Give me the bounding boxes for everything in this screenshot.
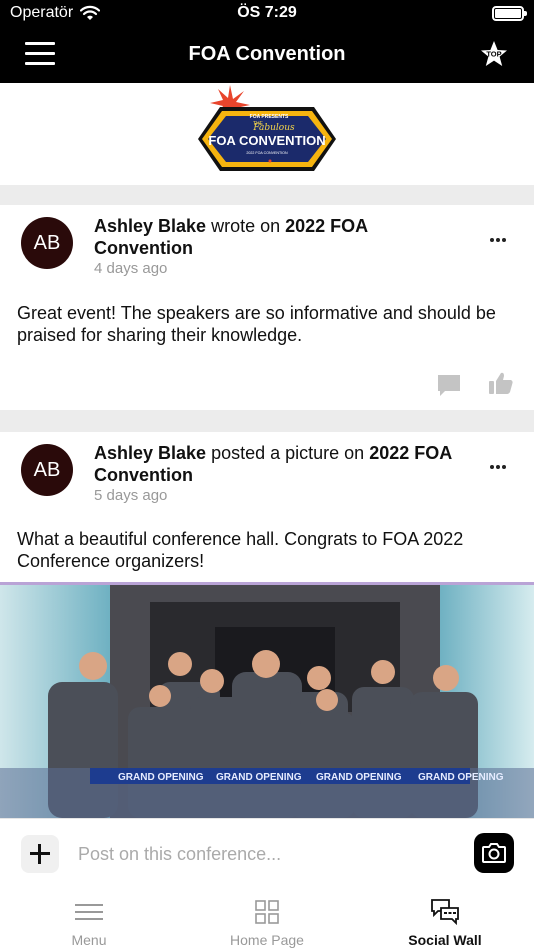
post-photo[interactable]: GRAND OPENING GRAND OPENING GRAND OPENIN… xyxy=(0,582,534,818)
scroll-to-top-star-icon[interactable]: TOP xyxy=(480,40,508,68)
page-title: FOA Convention xyxy=(188,43,346,65)
tab-social-wall[interactable]: Social Wall xyxy=(356,884,534,950)
add-attachment-button[interactable] xyxy=(21,835,59,873)
conference-logo-band: FOA PRESENTS THE Fabulous FOA CONVENTION… xyxy=(0,83,534,185)
avatar[interactable]: AB xyxy=(21,217,73,269)
svg-text:Fabulous: Fabulous xyxy=(252,123,295,133)
svg-text:2022 FOA CONVENTION: 2022 FOA CONVENTION xyxy=(246,151,288,155)
post-target-cont[interactable]: Convention xyxy=(94,238,193,258)
battery-icon xyxy=(492,6,527,21)
top-badge-text: TOP xyxy=(486,50,501,59)
post-heading: Ashley Blake posted a picture on 2022 FO… xyxy=(94,442,474,486)
post-timestamp: 4 days ago xyxy=(94,260,168,277)
ribbon-text: GRAND OPENING xyxy=(418,772,504,783)
post-body: What a beautiful conference hall. Congra… xyxy=(17,529,464,571)
post-target-cont[interactable]: Convention xyxy=(94,465,193,485)
post-input[interactable] xyxy=(78,841,458,867)
more-options-icon[interactable] xyxy=(490,229,508,242)
clock: ÖS 7:29 xyxy=(237,4,297,21)
post-action: posted a picture on xyxy=(211,443,365,463)
post-author[interactable]: Ashley Blake xyxy=(94,443,206,463)
bottom-tab-bar: Menu Home Page Social Wall xyxy=(0,884,534,950)
post-card: AB Ashley Blake wrote on 2022 FOA Conven… xyxy=(0,205,534,410)
tab-menu[interactable]: Menu xyxy=(0,884,178,950)
more-options-icon[interactable] xyxy=(490,456,508,469)
tab-label: Social Wall xyxy=(408,932,482,948)
camera-button[interactable] xyxy=(474,833,514,873)
post-card: AB Ashley Blake posted a picture on 2022… xyxy=(0,432,534,582)
section-separator xyxy=(0,410,534,432)
post-target[interactable]: 2022 FOA xyxy=(285,216,368,236)
post-author[interactable]: Ashley Blake xyxy=(94,216,206,236)
camera-icon xyxy=(482,843,506,863)
post-body: Great event! The speakers are so informa… xyxy=(17,303,496,345)
section-separator xyxy=(0,185,534,205)
like-icon[interactable] xyxy=(488,371,514,395)
ribbon-text: GRAND OPENING xyxy=(118,772,204,783)
post-heading: Ashley Blake wrote on 2022 FOA Conventio… xyxy=(94,215,474,259)
ribbon-text: GRAND OPENING xyxy=(216,772,302,783)
avatar[interactable]: AB xyxy=(21,444,73,496)
status-bar: Operatör ÖS 7:29 xyxy=(0,0,534,28)
post-action: wrote on xyxy=(211,216,281,236)
foa-convention-logo: FOA PRESENTS THE Fabulous FOA CONVENTION… xyxy=(198,85,336,171)
post-timestamp: 5 days ago xyxy=(94,487,168,504)
chat-bubbles-icon xyxy=(431,899,459,926)
post-target[interactable]: 2022 FOA xyxy=(369,443,452,463)
tab-label: Home Page xyxy=(230,932,304,948)
comment-icon[interactable] xyxy=(436,373,462,397)
svg-text:FOA PRESENTS: FOA PRESENTS xyxy=(250,114,289,120)
post-composer xyxy=(0,818,534,884)
svg-text:FOA CONVENTION: FOA CONVENTION xyxy=(208,133,325,148)
tab-home-page[interactable]: Home Page xyxy=(178,884,356,950)
menu-lines-icon xyxy=(75,904,103,920)
ribbon-text: GRAND OPENING xyxy=(316,772,402,783)
tab-label: Menu xyxy=(71,932,107,948)
nav-header: FOA Convention TOP xyxy=(0,28,534,83)
grid-icon xyxy=(255,900,279,924)
